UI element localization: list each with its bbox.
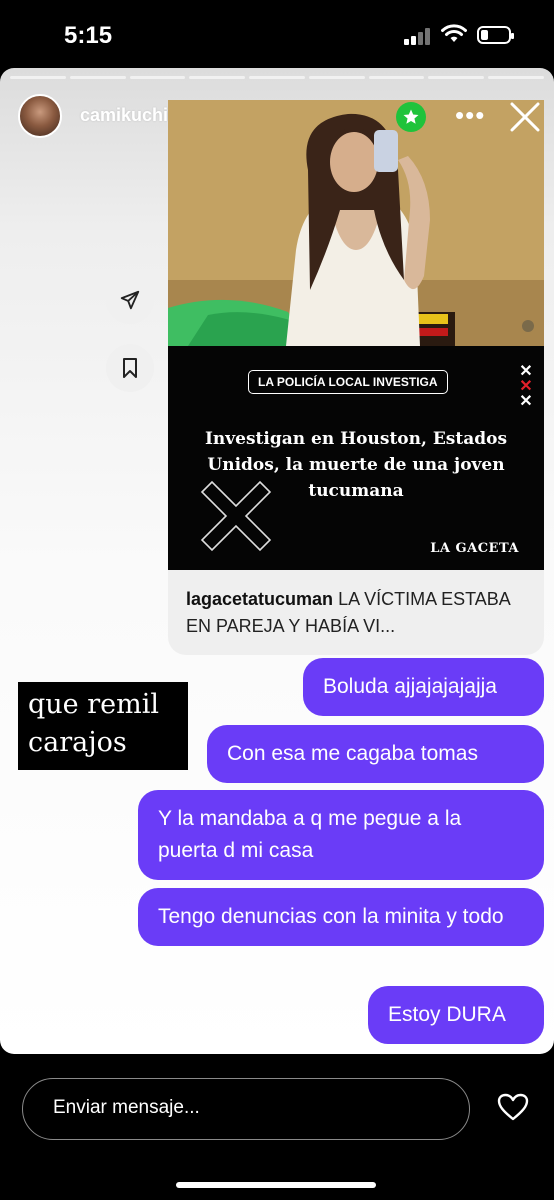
chat-bubble: Estoy DURA (368, 986, 544, 1044)
large-x-graphic (200, 480, 272, 552)
x-marks-icon: ✕ ✕ ✕ (519, 363, 533, 410)
close-friends-star-badge (396, 102, 426, 132)
status-time: 5:15 (64, 22, 113, 49)
post-headline-panel: LA POLICÍA LOCAL INVESTIGA ✕ ✕ ✕ Investiga… (168, 346, 544, 570)
more-options-icon[interactable]: ••• (455, 100, 485, 131)
post-tag: LA POLICÍA LOCAL INVESTIGA (248, 370, 448, 394)
heart-icon[interactable] (496, 1092, 530, 1122)
shared-post-card[interactable]: LA POLICÍA LOCAL INVESTIGA ✕ ✕ ✕ Investiga… (168, 100, 544, 655)
avatar[interactable] (18, 94, 62, 138)
cellular-signal-icon (404, 27, 432, 45)
chat-bubble: Y la mandaba a q me pegue a la puerta d … (138, 790, 544, 880)
share-button[interactable] (106, 276, 154, 324)
post-photo (168, 100, 544, 346)
battery-icon (477, 26, 514, 44)
story-viewer[interactable]: camikuchimpos_ 1 h (0, 68, 554, 1054)
close-icon[interactable] (506, 98, 544, 136)
home-indicator[interactable] (176, 1182, 376, 1188)
save-button[interactable] (106, 344, 154, 392)
story-progress-bars (10, 76, 545, 79)
message-input-placeholder: Enviar mensaje... (53, 1097, 200, 1118)
chat-bubble: Con esa me cagaba tomas (207, 725, 544, 783)
bookmark-icon (123, 358, 137, 378)
chat-bubble: Tengo denuncias con la minita y todo (138, 888, 544, 946)
chat-bubble: Boluda ajjajajajajja (303, 658, 544, 716)
post-caption[interactable]: lagacetatucuman LA VÍCTIMA ESTABA EN PAR… (186, 586, 532, 640)
text-sticker: que remil carajos (18, 682, 188, 770)
caption-username[interactable]: lagacetatucuman (186, 589, 333, 609)
post-brand-logo: LA GACETA (430, 541, 519, 556)
wifi-icon (441, 24, 467, 42)
paper-plane-icon (120, 290, 140, 310)
message-input[interactable]: Enviar mensaje... (22, 1078, 470, 1140)
status-bar: 5:15 (0, 0, 554, 70)
